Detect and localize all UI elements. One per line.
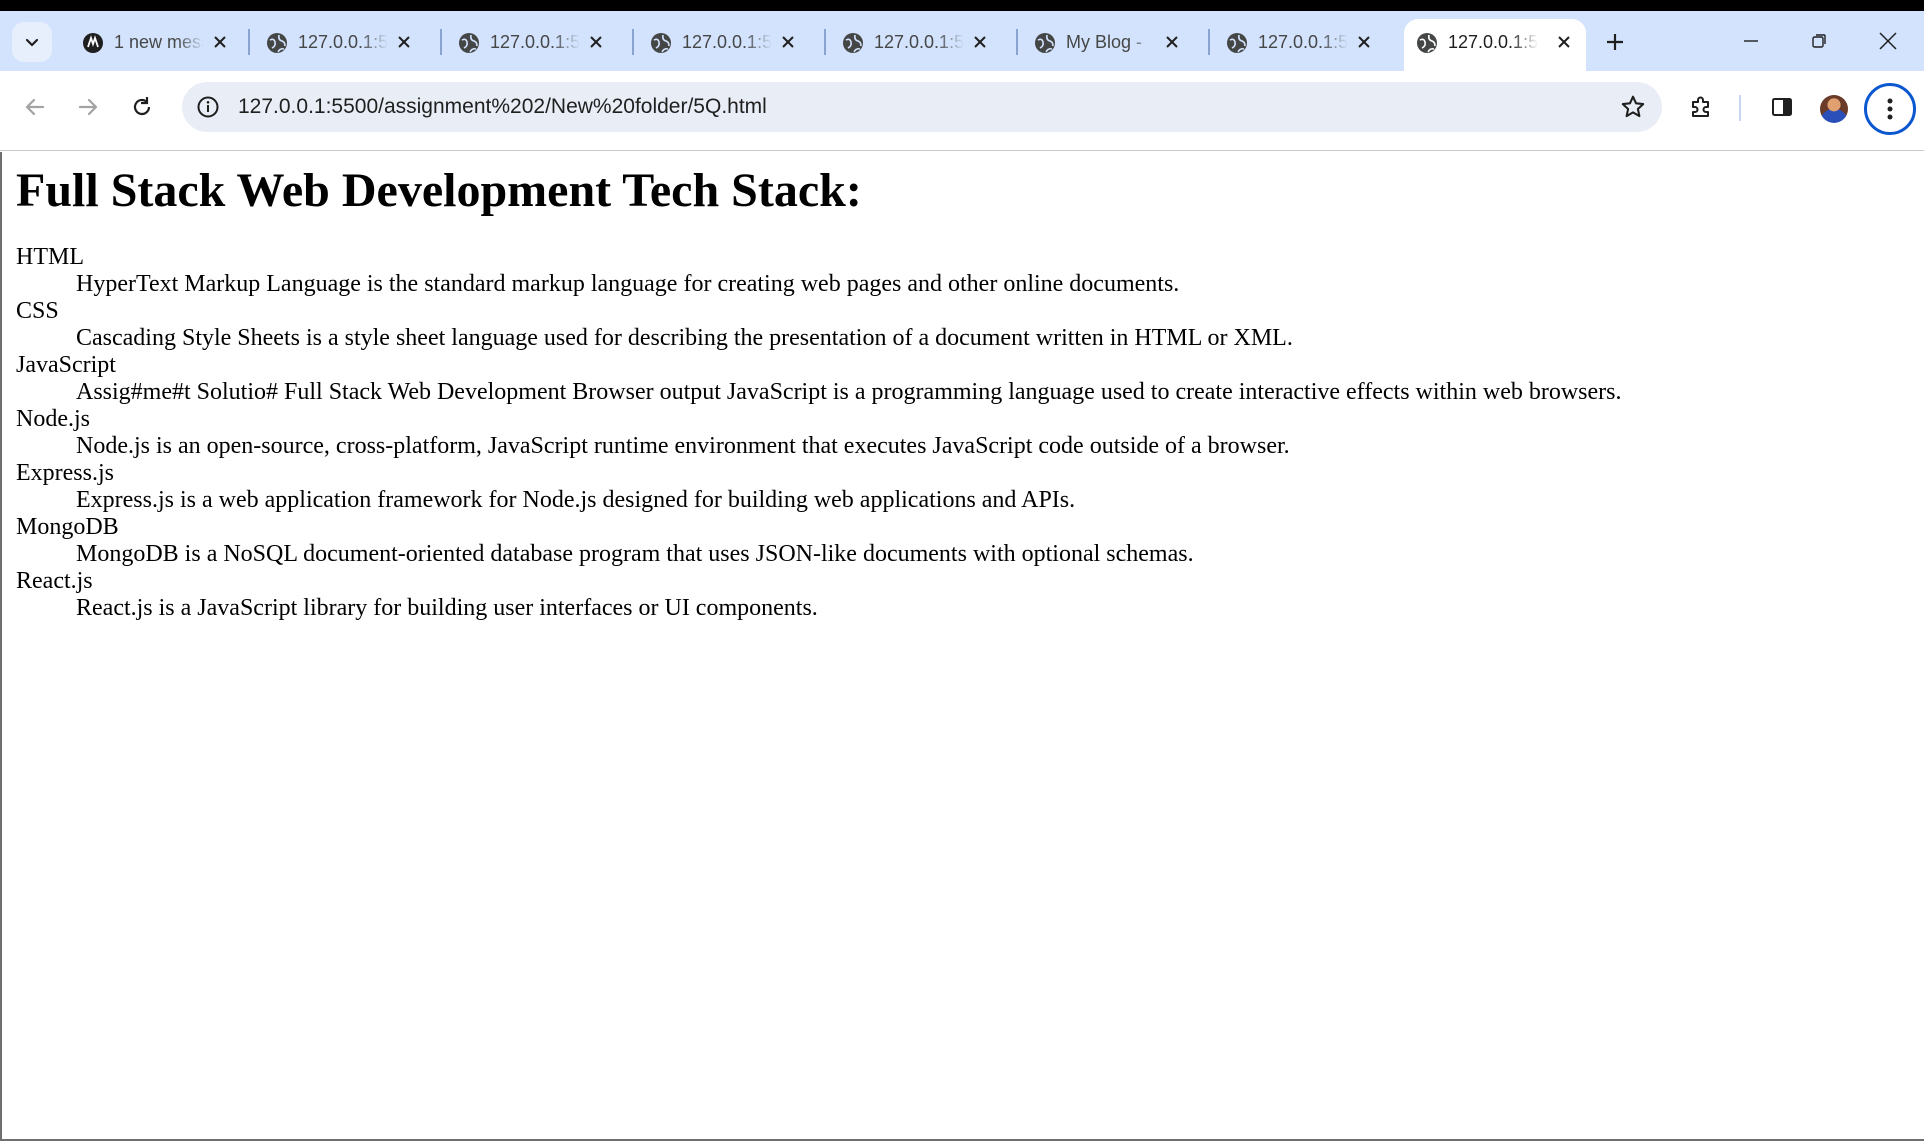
definition-description: Assig#me#t Solutio# Full Stack Web Devel… (76, 379, 1622, 405)
tab-4[interactable]: 127.0.0.1:5500 (638, 21, 810, 61)
minimize-icon (1744, 40, 1758, 42)
definition-term: MongoDB (16, 514, 119, 540)
close-window-button[interactable] (1860, 21, 1916, 61)
site-info-button[interactable] (192, 91, 224, 123)
tab-title: 127.0.0.1:5500 (298, 32, 388, 52)
close-icon (1358, 36, 1370, 48)
info-icon (197, 96, 219, 118)
restore-icon (1812, 34, 1826, 48)
app-icon (83, 33, 103, 53)
tab-close-button[interactable] (1352, 30, 1376, 54)
minimize-button[interactable] (1723, 21, 1779, 61)
tab-close-button[interactable] (584, 30, 608, 54)
close-icon (782, 36, 794, 48)
url-text[interactable]: 127.0.0.1:5500/assignment%202/New%20fold… (238, 95, 767, 119)
extensions-button[interactable] (1681, 87, 1721, 127)
tab-close-button[interactable] (968, 30, 992, 54)
tab-divider (1208, 29, 1210, 55)
definition-description: Express.js is a web application framewor… (76, 487, 1076, 513)
chevron-down-icon (25, 38, 39, 47)
page-heading: Full Stack Web Development Tech Stack: (16, 164, 862, 217)
tab-title: 127.0.0.1:5500 (874, 32, 964, 52)
star-icon (1621, 95, 1645, 118)
close-icon (974, 36, 986, 48)
side-panel-icon (1772, 98, 1792, 116)
definition-list: HTML HyperText Markup Language is the st… (16, 244, 1622, 622)
arrow-left-icon (25, 98, 45, 116)
browser-window: 1 new message 127.0.0.1:5500 127.0.0.1:5… (0, 11, 1924, 1141)
definition-description: Cascading Style Sheets is a style sheet … (76, 325, 1293, 351)
tab-3[interactable]: 127.0.0.1:5500 (446, 21, 618, 61)
definition-term: Express.js (16, 460, 114, 486)
reload-button[interactable] (122, 87, 162, 127)
more-vertical-icon (1887, 98, 1893, 120)
tab-1[interactable]: 1 new message (70, 21, 242, 61)
globe-icon (1035, 33, 1055, 53)
bookmark-button[interactable] (1618, 92, 1648, 122)
puzzle-icon (1692, 96, 1709, 117)
arrow-right-icon (78, 98, 98, 116)
tab-5[interactable]: 127.0.0.1:5500 (830, 21, 1002, 61)
tab-divider (632, 29, 634, 55)
new-tab-button[interactable] (1598, 25, 1632, 59)
close-icon (1166, 36, 1178, 48)
browser-menu-button[interactable] (1864, 83, 1916, 135)
tab-search-button[interactable] (12, 22, 52, 62)
tab-close-button[interactable] (1160, 30, 1184, 54)
close-icon (1879, 32, 1897, 50)
definition-term: CSS (16, 298, 59, 324)
browser-toolbar: 127.0.0.1:5500/assignment%202/New%20fold… (0, 71, 1924, 151)
side-panel-button[interactable] (1762, 87, 1802, 127)
tab-8-active[interactable]: 127.0.0.1:5500 (1404, 19, 1586, 71)
tab-divider (824, 29, 826, 55)
tab-divider (1016, 29, 1018, 55)
definition-description: React.js is a JavaScript library for bui… (76, 595, 818, 621)
tab-title: 1 new message (114, 32, 204, 52)
close-icon (214, 36, 226, 48)
tab-strip: 1 new message 127.0.0.1:5500 127.0.0.1:5… (0, 11, 1924, 71)
globe-icon (459, 33, 479, 53)
globe-icon (843, 33, 863, 53)
page-content: Full Stack Web Development Tech Stack: H… (0, 152, 1924, 1141)
tab-close-button[interactable] (392, 30, 416, 54)
tab-title: 127.0.0.1:5500 (490, 32, 580, 52)
definition-term: Node.js (16, 406, 90, 432)
back-button[interactable] (15, 87, 55, 127)
tab-divider (440, 29, 442, 55)
close-icon (1558, 36, 1570, 48)
tab-title: 127.0.0.1:5500 (682, 32, 772, 52)
close-icon (590, 36, 602, 48)
tab-title: 127.0.0.1:5500 (1258, 32, 1348, 52)
definition-description: Node.js is an open-source, cross-platfor… (76, 433, 1290, 459)
toolbar-divider (1739, 95, 1741, 121)
profile-avatar[interactable] (1820, 95, 1848, 123)
tab-close-button[interactable] (208, 30, 232, 54)
tab-2[interactable]: 127.0.0.1:5500 (254, 21, 426, 61)
plus-icon (1607, 34, 1623, 50)
address-bar[interactable]: 127.0.0.1:5500/assignment%202/New%20fold… (182, 82, 1662, 132)
tab-title: My Blog - (1066, 32, 1143, 52)
tab-7[interactable]: 127.0.0.1:5500 (1214, 21, 1386, 61)
tab-close-button[interactable] (1552, 30, 1576, 54)
definition-term: React.js (16, 568, 93, 594)
reload-icon (133, 97, 151, 116)
restore-button[interactable] (1791, 21, 1847, 61)
globe-icon (1227, 33, 1247, 53)
globe-icon (651, 33, 671, 53)
close-icon (398, 36, 410, 48)
globe-icon (1417, 33, 1437, 53)
tab-close-button[interactable] (776, 30, 800, 54)
definition-term: JavaScript (16, 352, 116, 378)
tab-title: 127.0.0.1:5500 (1448, 32, 1538, 52)
forward-button[interactable] (68, 87, 108, 127)
definition-description: MongoDB is a NoSQL document-oriented dat… (76, 541, 1194, 567)
definition-description: HyperText Markup Language is the standar… (76, 271, 1180, 297)
globe-icon (267, 33, 287, 53)
definition-term: HTML (16, 244, 84, 270)
tab-divider (248, 29, 250, 55)
tab-6[interactable]: My Blog - (1022, 21, 1194, 61)
